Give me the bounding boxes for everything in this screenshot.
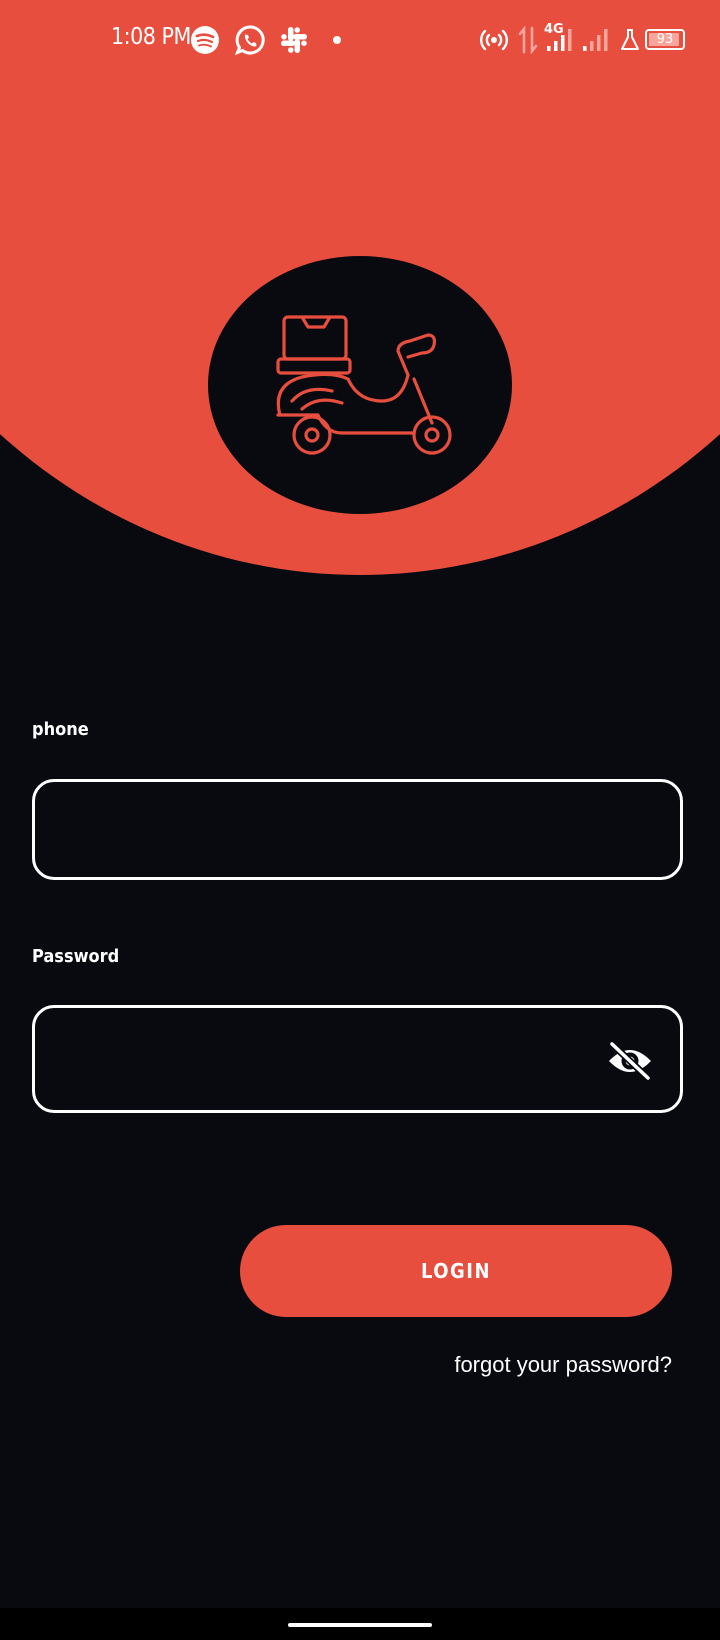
login-screen: 1:08 PM 4G 93 phone Password LOGIN forgo… <box>0 0 720 1640</box>
signal-icon <box>547 29 572 51</box>
phone-input[interactable] <box>55 782 599 879</box>
signal-weak-icon <box>583 29 608 51</box>
lab-icon <box>621 29 639 50</box>
home-indicator[interactable] <box>288 1623 432 1627</box>
password-input[interactable] <box>55 1008 599 1112</box>
navigation-bar <box>0 1608 720 1640</box>
phone-field-box <box>32 779 683 880</box>
notification-dot-icon <box>333 36 341 44</box>
password-label: Password <box>32 946 120 967</box>
status-bar: 1:08 PM 4G 93 <box>0 0 720 80</box>
battery-level: 93 <box>656 32 674 47</box>
hotspot-icon <box>480 29 508 51</box>
data-transfer-icon <box>518 26 538 54</box>
spotify-icon <box>191 26 219 54</box>
password-field-box <box>32 1005 683 1113</box>
status-time: 1:08 PM <box>111 24 191 50</box>
toggle-password-visibility-button[interactable] <box>606 1040 654 1082</box>
delivery-scooter-icon <box>276 315 452 455</box>
battery-icon: 93 <box>645 29 685 50</box>
eye-off-icon <box>608 1040 652 1082</box>
logo-badge <box>208 256 512 514</box>
login-button[interactable]: LOGIN <box>240 1225 672 1317</box>
slack-icon <box>281 27 307 53</box>
phone-label: phone <box>32 719 89 740</box>
whatsapp-icon <box>234 25 265 56</box>
forgot-password-link[interactable]: forgot your password? <box>454 1352 672 1378</box>
